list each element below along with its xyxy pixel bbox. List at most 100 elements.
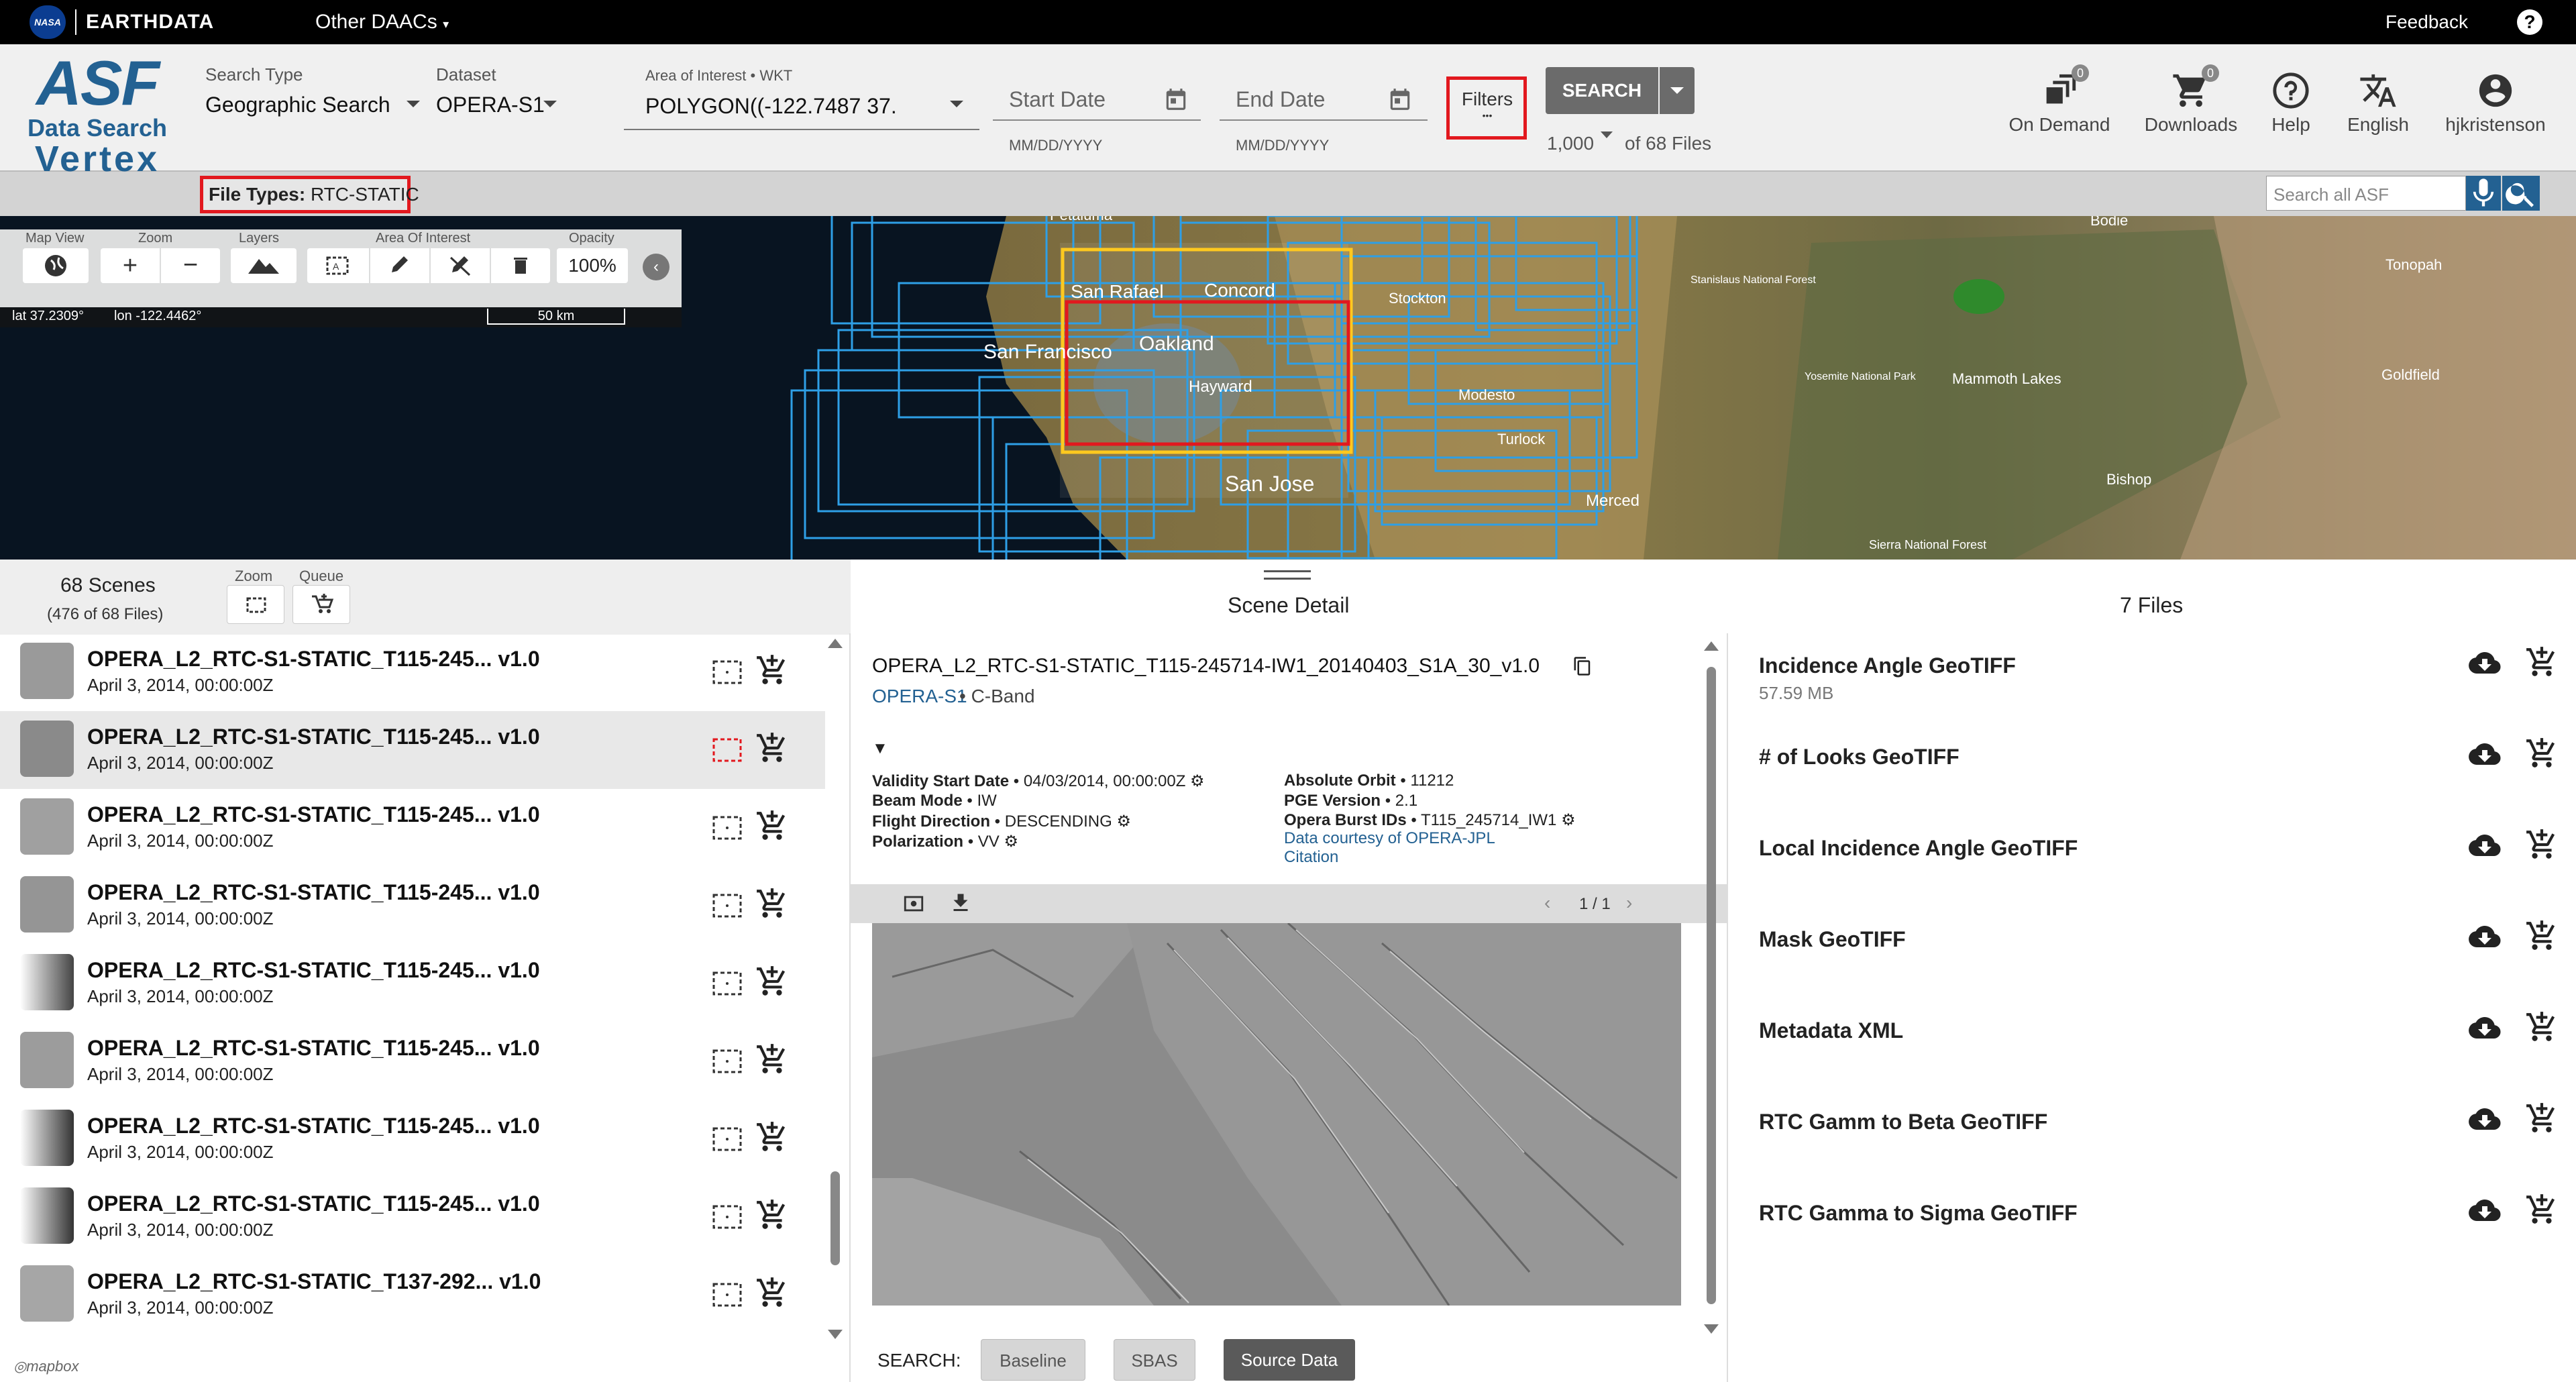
on-demand-button[interactable]: On Demand <box>2006 71 2113 136</box>
search-type-select[interactable]: Geographic Search <box>205 91 433 125</box>
zoom-to-scene-icon[interactable] <box>710 657 745 687</box>
cloud-download-icon[interactable] <box>2467 1012 2502 1044</box>
resize-handle[interactable] <box>1264 570 1311 580</box>
collapse-toggle[interactable]: ▼ <box>872 739 888 758</box>
add-to-queue-icon[interactable] <box>2525 1193 2559 1226</box>
zoom-to-scene-icon[interactable] <box>710 1280 745 1310</box>
other-daacs-menu[interactable]: Other DAACs ▾ <box>315 0 449 44</box>
next-image-button[interactable]: › <box>1626 892 1632 914</box>
scene-row[interactable]: OPERA_L2_RTC-S1-STATIC_T115-245... v1.0 A… <box>0 945 825 1022</box>
add-to-queue-icon[interactable] <box>755 887 789 920</box>
cloud-download-icon[interactable] <box>2467 1194 2502 1226</box>
add-to-queue-icon[interactable] <box>755 1043 789 1076</box>
layers-button[interactable] <box>231 248 297 283</box>
cloud-download-icon[interactable] <box>2467 920 2502 953</box>
zoom-to-scene-icon[interactable] <box>710 1202 745 1232</box>
calendar-icon[interactable] <box>1387 86 1413 113</box>
mapbox-logo[interactable]: ◎mapbox <box>13 1358 78 1375</box>
cloud-download-icon[interactable] <box>2467 829 2502 861</box>
add-to-queue-icon[interactable] <box>755 1120 789 1154</box>
queue-all-button[interactable] <box>292 585 350 624</box>
end-date-input[interactable]: End Date <box>1220 79 1428 121</box>
add-to-queue-icon[interactable] <box>2525 919 2559 953</box>
cloud-download-icon[interactable] <box>2467 1103 2502 1135</box>
data-courtesy-link[interactable]: Data courtesy of OPERA-JPL <box>1284 829 1495 848</box>
scene-row[interactable]: OPERA_L2_RTC-S1-STATIC_T115-245... v1.0 A… <box>0 1022 825 1100</box>
zoom-in-button[interactable]: + <box>101 248 160 283</box>
file-types-chip[interactable]: File Types: RTC-STATIC <box>200 176 419 213</box>
zoom-to-scene-icon[interactable] <box>710 1047 745 1076</box>
scroll-thumb[interactable] <box>830 1171 840 1265</box>
browse-image[interactable] <box>872 923 1681 1306</box>
zoom-out-button[interactable]: − <box>161 248 220 283</box>
scene-row[interactable]: OPERA_L2_RTC-S1-STATIC_T115-245... v1.0 A… <box>0 1178 825 1256</box>
view-image-icon[interactable] <box>902 892 926 915</box>
draw-clear-shape-button[interactable] <box>431 248 490 283</box>
scene-row[interactable]: OPERA_L2_RTC-S1-STATIC_T115-245... v1.0 A… <box>0 633 825 711</box>
scene-row[interactable]: OPERA_L2_RTC-S1-STATIC_T115-245... v1.0 A… <box>0 789 825 867</box>
draw-edit-button[interactable] <box>370 248 429 283</box>
zoom-to-scene-icon[interactable] <box>710 1124 745 1154</box>
gear-icon[interactable]: ⚙ <box>1561 811 1576 829</box>
delete-aoi-button[interactable] <box>491 248 550 283</box>
earthdata-logo[interactable]: EARTHDATA <box>86 0 214 44</box>
zoom-to-scene-icon[interactable] <box>710 891 745 920</box>
detail-scroll-thumb[interactable] <box>1707 667 1716 1304</box>
help-button[interactable]: Help <box>2254 71 2328 136</box>
search-button[interactable]: SEARCH <box>1546 67 1658 114</box>
prev-image-button[interactable]: ‹ <box>1544 892 1550 914</box>
add-to-queue-icon[interactable] <box>755 1276 789 1310</box>
add-to-queue-icon[interactable] <box>2525 1010 2559 1044</box>
max-results-select[interactable]: 1,000 <box>1547 133 1594 154</box>
scroll-down-arrow[interactable] <box>828 1330 843 1339</box>
scene-row[interactable]: OPERA_L2_RTC-S1-STATIC_T115-245... v1.0 A… <box>0 867 825 945</box>
detail-scroll-up[interactable] <box>1704 641 1719 651</box>
map-view[interactable]: Petaluma San Rafael Concord San Francisc… <box>0 216 2576 560</box>
search-asf-button[interactable] <box>2502 176 2540 211</box>
citation-link[interactable]: Citation <box>1284 848 1338 867</box>
cloud-download-icon[interactable] <box>2467 738 2502 770</box>
add-to-queue-icon[interactable] <box>2525 737 2559 770</box>
sbas-button[interactable]: SBAS <box>1114 1339 1195 1381</box>
zoom-to-scene-icon[interactable] <box>710 735 745 765</box>
downloads-button[interactable]: Downloads <box>2137 71 2245 136</box>
add-to-queue-icon[interactable] <box>2525 645 2559 679</box>
zoom-all-button[interactable] <box>227 585 284 624</box>
add-to-queue-icon[interactable] <box>755 653 789 687</box>
add-to-queue-icon[interactable] <box>2525 1102 2559 1135</box>
aoi-wkt-input[interactable]: POLYGON((-122.7487 37. <box>624 90 979 130</box>
zoom-to-scene-icon[interactable] <box>710 969 745 998</box>
gear-icon[interactable]: ⚙ <box>1190 772 1205 790</box>
gear-icon[interactable]: ⚙ <box>1116 812 1131 831</box>
search-options-button[interactable] <box>1660 67 1695 114</box>
add-to-queue-icon[interactable] <box>755 965 789 998</box>
user-menu[interactable]: hjkristenson <box>2428 71 2563 136</box>
add-to-queue-icon[interactable] <box>755 1198 789 1232</box>
voice-search-button[interactable] <box>2466 176 2501 211</box>
copy-icon[interactable] <box>1572 655 1593 678</box>
draw-box-button[interactable]: A <box>307 248 369 283</box>
scene-row[interactable]: OPERA_L2_RTC-S1-STATIC_T115-245... v1.0 A… <box>0 1100 825 1178</box>
baseline-button[interactable]: Baseline <box>981 1339 1085 1381</box>
add-to-queue-icon[interactable] <box>755 731 789 765</box>
add-to-queue-icon[interactable] <box>2525 828 2559 861</box>
feedback-link[interactable]: Feedback <box>2385 0 2468 44</box>
collapse-toolbar-button[interactable]: ‹ <box>643 254 669 280</box>
scene-row[interactable]: OPERA_L2_RTC-S1-STATIC_T137-292... v1.0 A… <box>0 1256 825 1334</box>
dataset-link[interactable]: OPERA-S1 <box>872 686 967 707</box>
language-button[interactable]: English <box>2334 71 2422 136</box>
opacity-select[interactable]: 100% <box>557 248 628 283</box>
nasa-logo[interactable]: NASA <box>30 5 66 39</box>
gear-icon[interactable]: ⚙ <box>1004 833 1018 851</box>
cloud-download-icon[interactable] <box>2467 647 2502 679</box>
asf-logo[interactable]: ASF Data Search Vertex <box>20 48 174 179</box>
dataset-select[interactable]: OPERA-S1 <box>436 91 610 125</box>
map-view-button[interactable] <box>23 248 89 283</box>
add-to-queue-icon[interactable] <box>755 809 789 843</box>
search-asf-input[interactable]: Search all ASF <box>2266 176 2466 211</box>
help-icon[interactable]: ? <box>2517 9 2542 35</box>
download-icon[interactable] <box>949 891 973 915</box>
source-data-button[interactable]: Source Data <box>1224 1339 1355 1381</box>
zoom-to-scene-icon[interactable] <box>710 813 745 843</box>
detail-scroll-down[interactable] <box>1704 1324 1719 1334</box>
